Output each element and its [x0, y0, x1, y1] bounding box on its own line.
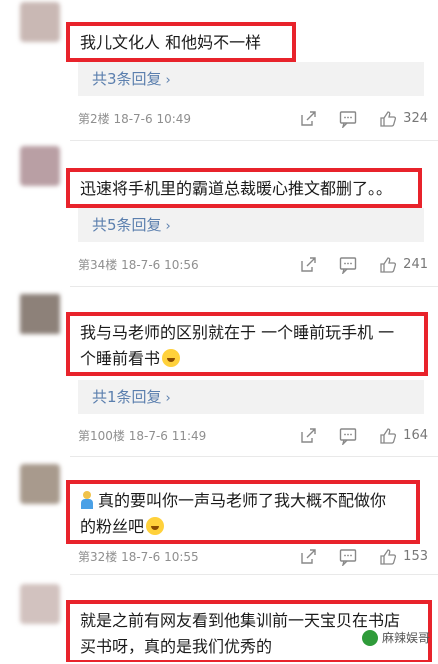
divider: [70, 140, 438, 141]
comment-meta: 第34楼 18-7-6 10:56 241: [78, 254, 428, 276]
floor-timestamp: 第2楼 18-7-6 10:49: [78, 112, 192, 126]
thumbs-up-icon[interactable]: [379, 256, 397, 274]
thumbs-up-icon[interactable]: [379, 110, 397, 128]
avatar[interactable]: [20, 464, 60, 504]
laughing-emoji: [162, 349, 181, 367]
chevron-right-icon: ›: [165, 73, 171, 88]
share-icon[interactable]: [299, 256, 317, 274]
comment-text-line-2-text: 个睡前看书: [80, 349, 161, 368]
comment-icon[interactable]: [339, 548, 357, 566]
reply-count-label: 共1条回复: [92, 388, 162, 406]
comment-icon[interactable]: [339, 110, 357, 128]
comment-text-line-1-text: 真的要叫你一声马老师了我大概不配做你: [98, 491, 387, 510]
comment-icon[interactable]: [339, 256, 357, 274]
chevron-right-icon: ›: [165, 391, 171, 406]
comment-text: 我儿文化人 和他妈不一样: [80, 33, 262, 52]
chevron-right-icon: ›: [165, 219, 171, 234]
comment-meta: 第100楼 18-7-6 11:49 164: [78, 425, 428, 447]
comment-text-box: 真的要叫你一声马老师了我大概不配做你 的粉丝吧: [66, 480, 420, 544]
avatar[interactable]: [20, 294, 60, 334]
divider: [70, 574, 438, 575]
watermark-logo-icon: [361, 629, 378, 646]
comment-meta: 第32楼 18-7-6 10:55 153: [78, 546, 428, 568]
comment-text-line-1: 真的要叫你一声马老师了我大概不配做你: [80, 488, 406, 514]
avatar[interactable]: [20, 2, 60, 42]
comment-text-line-2: 个睡前看书: [80, 346, 414, 372]
avatar[interactable]: [20, 584, 60, 624]
reply-count-link[interactable]: 共3条回复 ›: [78, 62, 424, 96]
comment-text-box: 迅速将手机里的霸道总裁暖心推文都删了。。: [66, 168, 422, 208]
comment-text-box: 我与马老师的区别就在于 一个睡前玩手机 一 个睡前看书: [66, 312, 428, 376]
like-count: 153: [403, 549, 428, 564]
reply-count-label: 共3条回复: [92, 70, 162, 88]
thumbs-up-icon[interactable]: [379, 427, 397, 445]
watermark: 麻辣娱哥: [361, 629, 430, 646]
share-icon[interactable]: [299, 548, 317, 566]
share-icon[interactable]: [299, 110, 317, 128]
reply-count-link[interactable]: 共5条回复 ›: [78, 208, 424, 242]
reply-count-label: 共5条回复: [92, 216, 162, 234]
avatar[interactable]: [20, 146, 60, 186]
thumbs-up-icon[interactable]: [379, 548, 397, 566]
floor-timestamp: 第34楼 18-7-6 10:56: [78, 258, 199, 272]
person-emoji: [80, 491, 94, 509]
floor-timestamp: 第100楼 18-7-6 11:49: [78, 429, 207, 443]
divider: [70, 456, 438, 457]
comment-icon[interactable]: [339, 427, 357, 445]
divider: [70, 286, 438, 287]
comment-text-line-1: 我与马老师的区别就在于 一个睡前玩手机 一: [80, 323, 395, 342]
like-count: 241: [403, 257, 428, 272]
reply-count-link[interactable]: 共1条回复 ›: [78, 380, 424, 414]
like-count: 324: [403, 111, 428, 126]
comment-text-line-2-text: 的粉丝吧: [80, 517, 145, 536]
comment-meta: 第2楼 18-7-6 10:49 324: [78, 108, 428, 130]
share-icon[interactable]: [299, 427, 317, 445]
comment-text-line-2: 的粉丝吧: [80, 514, 406, 540]
comment-text-box: 我儿文化人 和他妈不一样: [66, 22, 296, 62]
like-count: 164: [403, 428, 428, 443]
laughing-emoji: [146, 517, 165, 535]
comment-text: 迅速将手机里的霸道总裁暖心推文都删了。。: [80, 179, 393, 198]
watermark-text: 麻辣娱哥: [381, 631, 430, 645]
floor-timestamp: 第32楼 18-7-6 10:55: [78, 550, 199, 564]
